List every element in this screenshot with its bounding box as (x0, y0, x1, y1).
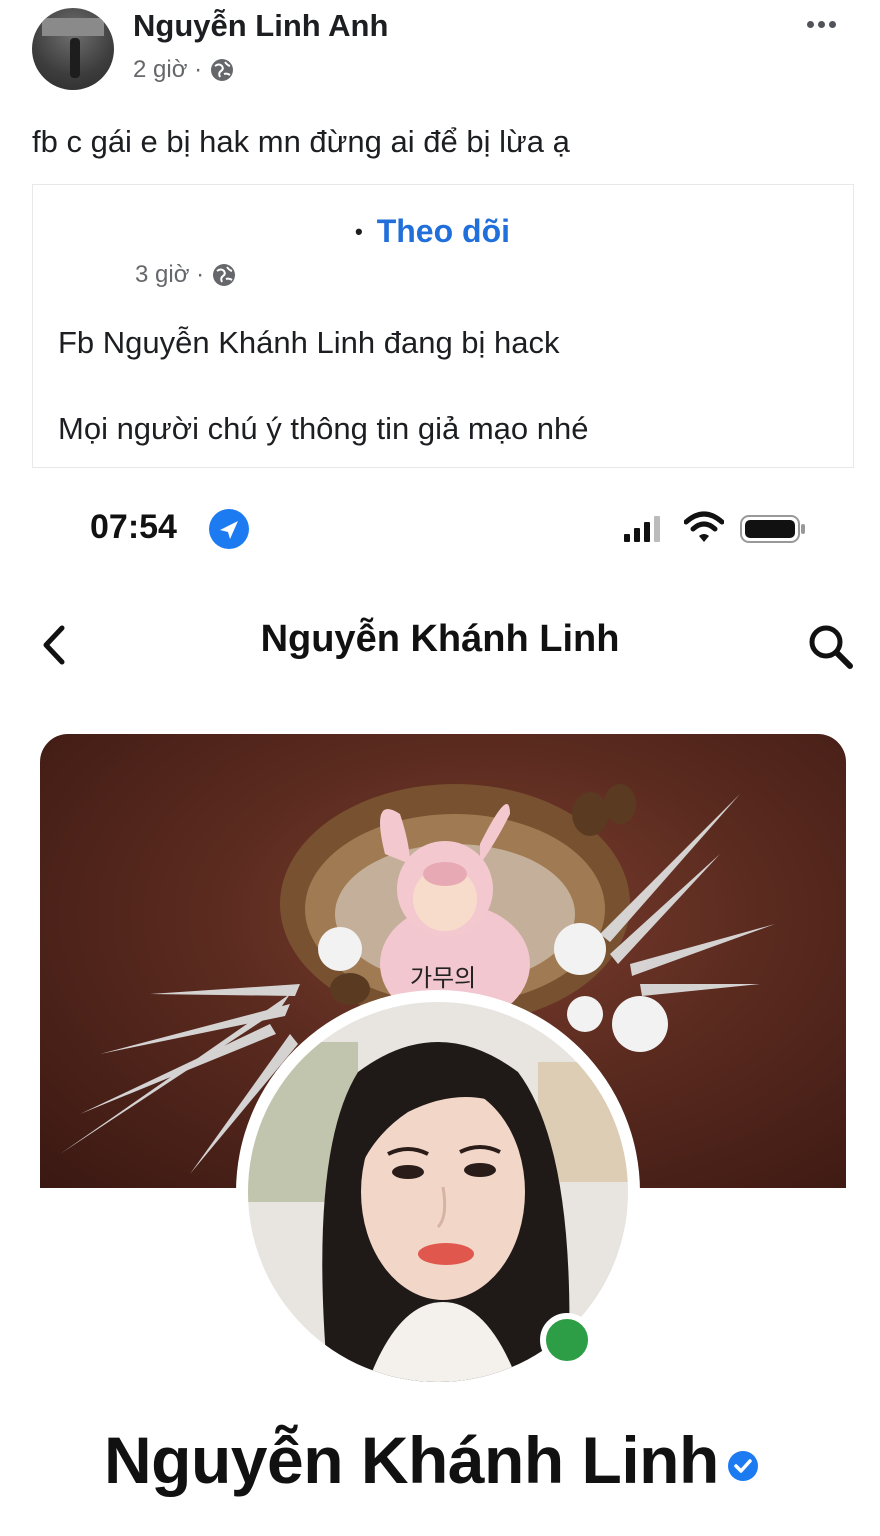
follow-button[interactable]: Theo dõi (377, 213, 510, 250)
search-icon[interactable] (806, 622, 854, 670)
author-avatar[interactable] (32, 8, 114, 90)
shared-post-meta: 3 giờ · (135, 261, 236, 289)
cover-text: 가무의 (410, 964, 476, 992)
avatar-figure (70, 38, 80, 78)
post-meta: 2 giờ · (133, 56, 234, 84)
wifi-icon (684, 511, 724, 542)
status-clock: 07:54 (90, 508, 177, 546)
post-time[interactable]: 2 giờ · (133, 56, 202, 84)
follow-row: • Theo dõi (355, 213, 510, 250)
post-header: Nguyễn Linh Anh 2 giờ · (0, 0, 880, 110)
shared-post-time[interactable]: 3 giờ · (135, 261, 204, 289)
shared-post-line-2: Mọi người chú ý thông tin giả mạo nhé (58, 411, 589, 446)
cellular-signal-icon (624, 516, 660, 542)
location-arrow-icon (209, 509, 249, 549)
verified-badge-icon (727, 1451, 758, 1481)
more-options-icon[interactable] (800, 10, 842, 38)
globe-icon (211, 59, 234, 81)
globe-icon (213, 264, 236, 286)
author-name[interactable]: Nguyễn Linh Anh (133, 8, 388, 44)
profile-name-row: Nguyễn Khánh Linh (104, 1422, 759, 1498)
shared-post-line-1: Fb Nguyễn Khánh Linh đang bị hack (58, 325, 560, 360)
separator-dot: • (355, 218, 363, 244)
profile-name: Nguyễn Khánh Linh (104, 1423, 719, 1497)
phone-status-bar: 07:54 (0, 496, 880, 566)
profile-nav-bar: Nguyễn Khánh Linh (0, 600, 880, 690)
nav-title: Nguyễn Khánh Linh (260, 618, 620, 660)
post-text: fb c gái e bị hak mn đừng ai để bị lừa ạ (32, 124, 570, 159)
battery-icon (740, 515, 805, 543)
avatar-background (42, 18, 104, 36)
shared-post-card[interactable]: • Theo dõi 3 giờ · Fb Nguyễn Khánh Linh … (32, 184, 854, 468)
online-status-indicator (540, 1313, 594, 1367)
